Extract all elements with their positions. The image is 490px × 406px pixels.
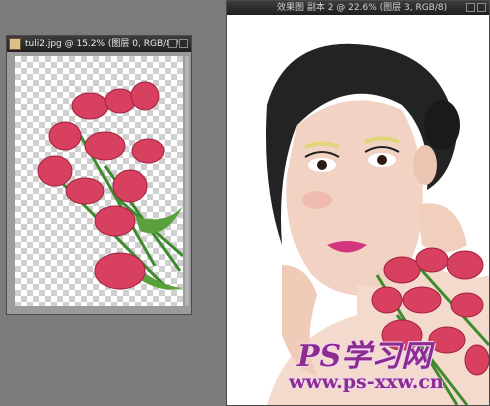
right-doc-title: 效果图 副本 2 @ 22.6% (图层 3, RGB/8)	[277, 3, 448, 13]
left-doc-title: tuli2.jpg @ 15.2% (图层 0, RGB/8#)	[25, 39, 183, 49]
left-document-window[interactable]: tuli2.jpg @ 15.2% (图层 0, RGB/8#)	[6, 35, 192, 315]
minimize-icon[interactable]	[168, 39, 177, 48]
left-doc-titlebar[interactable]: tuli2.jpg @ 15.2% (图层 0, RGB/8#)	[7, 36, 191, 52]
watermark-url: www.ps-xxw.cn	[289, 371, 444, 393]
tulip-bouquet-image	[37, 81, 184, 290]
maximize-icon[interactable]	[466, 3, 475, 12]
right-doc-titlebar[interactable]: 效果图 副本 2 @ 22.6% (图层 3, RGB/8)	[227, 1, 489, 15]
right-doc-canvas[interactable]: PS学习网 www.ps-xxw.cn	[227, 15, 489, 405]
photoshop-doc-icon	[9, 38, 21, 50]
left-doc-scrollbar[interactable]	[185, 56, 189, 306]
close-icon[interactable]	[179, 39, 188, 48]
left-doc-canvas[interactable]	[15, 56, 184, 306]
watermark-logo: PS学习网	[297, 339, 432, 374]
right-document-window[interactable]: 效果图 副本 2 @ 22.6% (图层 3, RGB/8) PS学习网 www…	[226, 0, 490, 406]
close-icon[interactable]	[477, 3, 486, 12]
